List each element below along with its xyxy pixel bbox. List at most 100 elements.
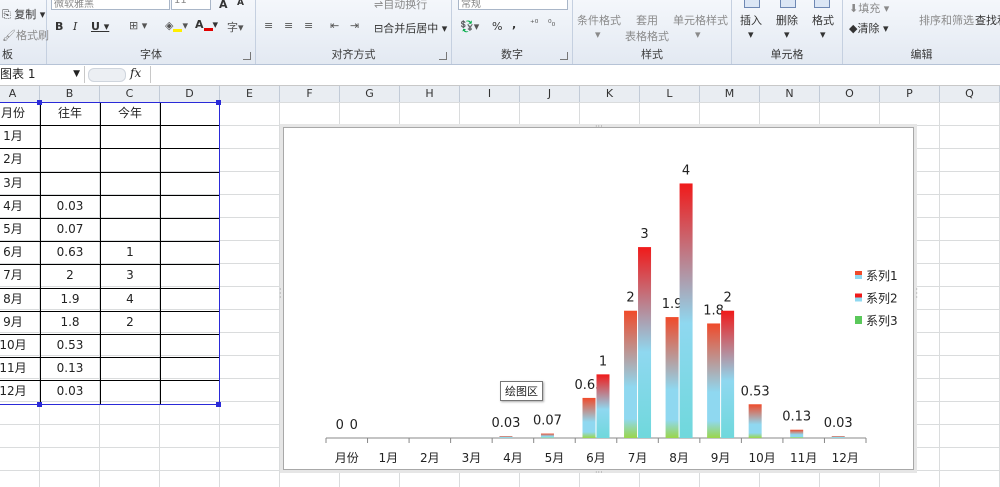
table-cell[interactable]: 0.63 — [40, 241, 100, 264]
insert-function-button[interactable]: fx — [130, 66, 141, 80]
table-cell[interactable]: 1.9 — [40, 288, 100, 311]
conditional-format-button[interactable]: 条件格式 ▾ — [577, 12, 621, 41]
table-cell[interactable]: 12月 — [0, 380, 40, 403]
table-cell[interactable]: 6月 — [0, 241, 40, 264]
column-header-l[interactable]: L — [640, 86, 700, 102]
column-header-g[interactable]: G — [340, 86, 400, 102]
comma-button[interactable]: , — [512, 18, 516, 31]
sort-filter-button[interactable]: 排序和筛选 — [919, 12, 974, 28]
chart-handle-right-icon[interactable]: · · · — [915, 286, 918, 302]
fill-button[interactable]: ⬇填充 ▾ — [849, 0, 889, 16]
column-header-k[interactable]: K — [580, 86, 640, 102]
table-cell[interactable]: 11月 — [0, 357, 40, 380]
decrease-font-icon[interactable]: A — [237, 0, 244, 8]
name-box[interactable]: 图表 1 ▼ — [0, 66, 85, 83]
table-cell[interactable]: 10月 — [0, 334, 40, 357]
insert-button[interactable]: 插入 ▾ — [740, 12, 762, 41]
number-dialog-launcher-icon[interactable] — [560, 52, 568, 60]
underline-button[interactable]: U ▾ — [91, 20, 109, 33]
column-header-b[interactable]: B — [40, 86, 100, 102]
find-select-button[interactable]: 查找和 — [975, 12, 1000, 28]
column-header-f[interactable]: F — [280, 86, 340, 102]
table-cell[interactable]: 0.03 — [40, 195, 100, 218]
table-header-cell[interactable]: 月份 — [0, 102, 40, 125]
align-right-icon[interactable]: ≡ — [304, 19, 313, 32]
name-box-dropdown-icon[interactable]: ▼ — [73, 66, 80, 83]
column-header-d[interactable]: D — [160, 86, 220, 102]
format-as-table-button[interactable]: 套用 表格格式 — [625, 12, 669, 44]
align-left-icon[interactable]: ≡ — [264, 19, 273, 32]
table-cell[interactable]: 2 — [40, 264, 100, 287]
table-cell[interactable]: 0.13 — [40, 357, 100, 380]
table-cell[interactable] — [100, 148, 160, 171]
font-dialog-launcher-icon[interactable] — [243, 52, 251, 60]
border-icon[interactable]: ⊞ ▾ — [129, 19, 147, 32]
number-format-select[interactable]: 常规 — [458, 0, 568, 10]
chart-handle-top-icon[interactable]: ··· — [595, 122, 603, 131]
column-header-j[interactable]: J — [520, 86, 580, 102]
table-cell[interactable]: 0.03 — [40, 380, 100, 403]
wrap-text-button[interactable]: ⇌自动换行 — [374, 0, 427, 12]
table-cell[interactable]: 5月 — [0, 218, 40, 241]
column-header-o[interactable]: O — [820, 86, 880, 102]
column-header-m[interactable]: M — [700, 86, 760, 102]
column-header-n[interactable]: N — [760, 86, 820, 102]
delete-button[interactable]: 删除 ▾ — [776, 12, 798, 41]
table-cell[interactable] — [40, 172, 100, 195]
percent-button[interactable]: % — [492, 20, 502, 33]
italic-button[interactable]: I — [73, 20, 77, 33]
table-cell[interactable] — [100, 195, 160, 218]
table-cell[interactable]: 0.07 — [40, 218, 100, 241]
table-cell[interactable] — [100, 125, 160, 148]
table-cell[interactable]: 1月 — [0, 125, 40, 148]
increase-decimal-icon[interactable]: ⁺⁰ — [530, 19, 538, 29]
alignment-dialog-launcher-icon[interactable] — [439, 52, 447, 60]
column-header-i[interactable]: I — [460, 86, 520, 102]
column-header-p[interactable]: P — [880, 86, 940, 102]
chart-handle-left-icon[interactable]: · · · — [279, 286, 282, 302]
table-cell[interactable] — [100, 357, 160, 380]
table-cell[interactable] — [100, 334, 160, 357]
cell-styles-button[interactable]: 单元格样式 ▾ — [673, 12, 728, 41]
column-header-q[interactable]: Q — [940, 86, 1000, 102]
format-button[interactable]: 格式 ▾ — [812, 12, 834, 41]
table-header-cell[interactable]: 今年 — [100, 102, 160, 125]
table-cell[interactable]: 2 — [100, 311, 160, 334]
table-cell[interactable] — [100, 172, 160, 195]
table-cell[interactable]: 7月 — [0, 264, 40, 287]
column-header-e[interactable]: E — [220, 86, 280, 102]
column-header-c[interactable]: C — [100, 86, 160, 102]
table-cell[interactable]: 1.8 — [40, 311, 100, 334]
table-cell[interactable] — [40, 148, 100, 171]
column-header-h[interactable]: H — [400, 86, 460, 102]
merge-center-button[interactable]: ⊟合并后居中 ▾ — [374, 20, 447, 36]
table-cell[interactable] — [100, 218, 160, 241]
table-cell[interactable]: 4 — [100, 288, 160, 311]
table-cell[interactable]: 3 — [100, 264, 160, 287]
table-cell[interactable]: 3月 — [0, 172, 40, 195]
currency-icon[interactable]: 💱▾ — [460, 20, 479, 33]
table-cell[interactable]: 2月 — [0, 148, 40, 171]
increase-indent-icon[interactable]: ⇥ — [350, 19, 359, 32]
formula-input[interactable] — [150, 66, 999, 83]
table-cell[interactable]: 1 — [100, 241, 160, 264]
table-cell[interactable]: 4月 — [0, 195, 40, 218]
copy-button[interactable]: ⎘ 复制 ▾ — [2, 6, 45, 22]
phonetic-icon[interactable]: 字▾ — [227, 19, 244, 35]
chart-object[interactable]: 月份 1月 2月 3月 4月 5月 6月 7月 8月 9月 10月 11月 12月 0 0.03 0.07 0.… — [279, 122, 918, 477]
table-cell[interactable] — [100, 380, 160, 403]
column-header-a[interactable]: A — [0, 86, 40, 102]
bold-button[interactable]: B — [55, 20, 63, 33]
increase-font-icon[interactable]: A — [219, 0, 228, 11]
decrease-indent-icon[interactable]: ⇤ — [330, 19, 339, 32]
clear-button[interactable]: ◆清除 ▾ — [849, 20, 889, 36]
fill-color-icon[interactable]: ◈ ▾ — [165, 19, 188, 32]
table-cell[interactable] — [40, 125, 100, 148]
align-center-icon[interactable]: ≡ — [284, 19, 293, 32]
table-header-cell[interactable]: 往年 — [40, 102, 100, 125]
font-name-select[interactable]: 微软雅黑 — [51, 0, 170, 10]
table-cell[interactable]: 0.53 — [40, 334, 100, 357]
table-cell[interactable]: 9月 — [0, 311, 40, 334]
chart-handle-bottom-icon[interactable]: ··· — [595, 468, 603, 477]
font-size-select[interactable]: 11 — [171, 0, 211, 10]
